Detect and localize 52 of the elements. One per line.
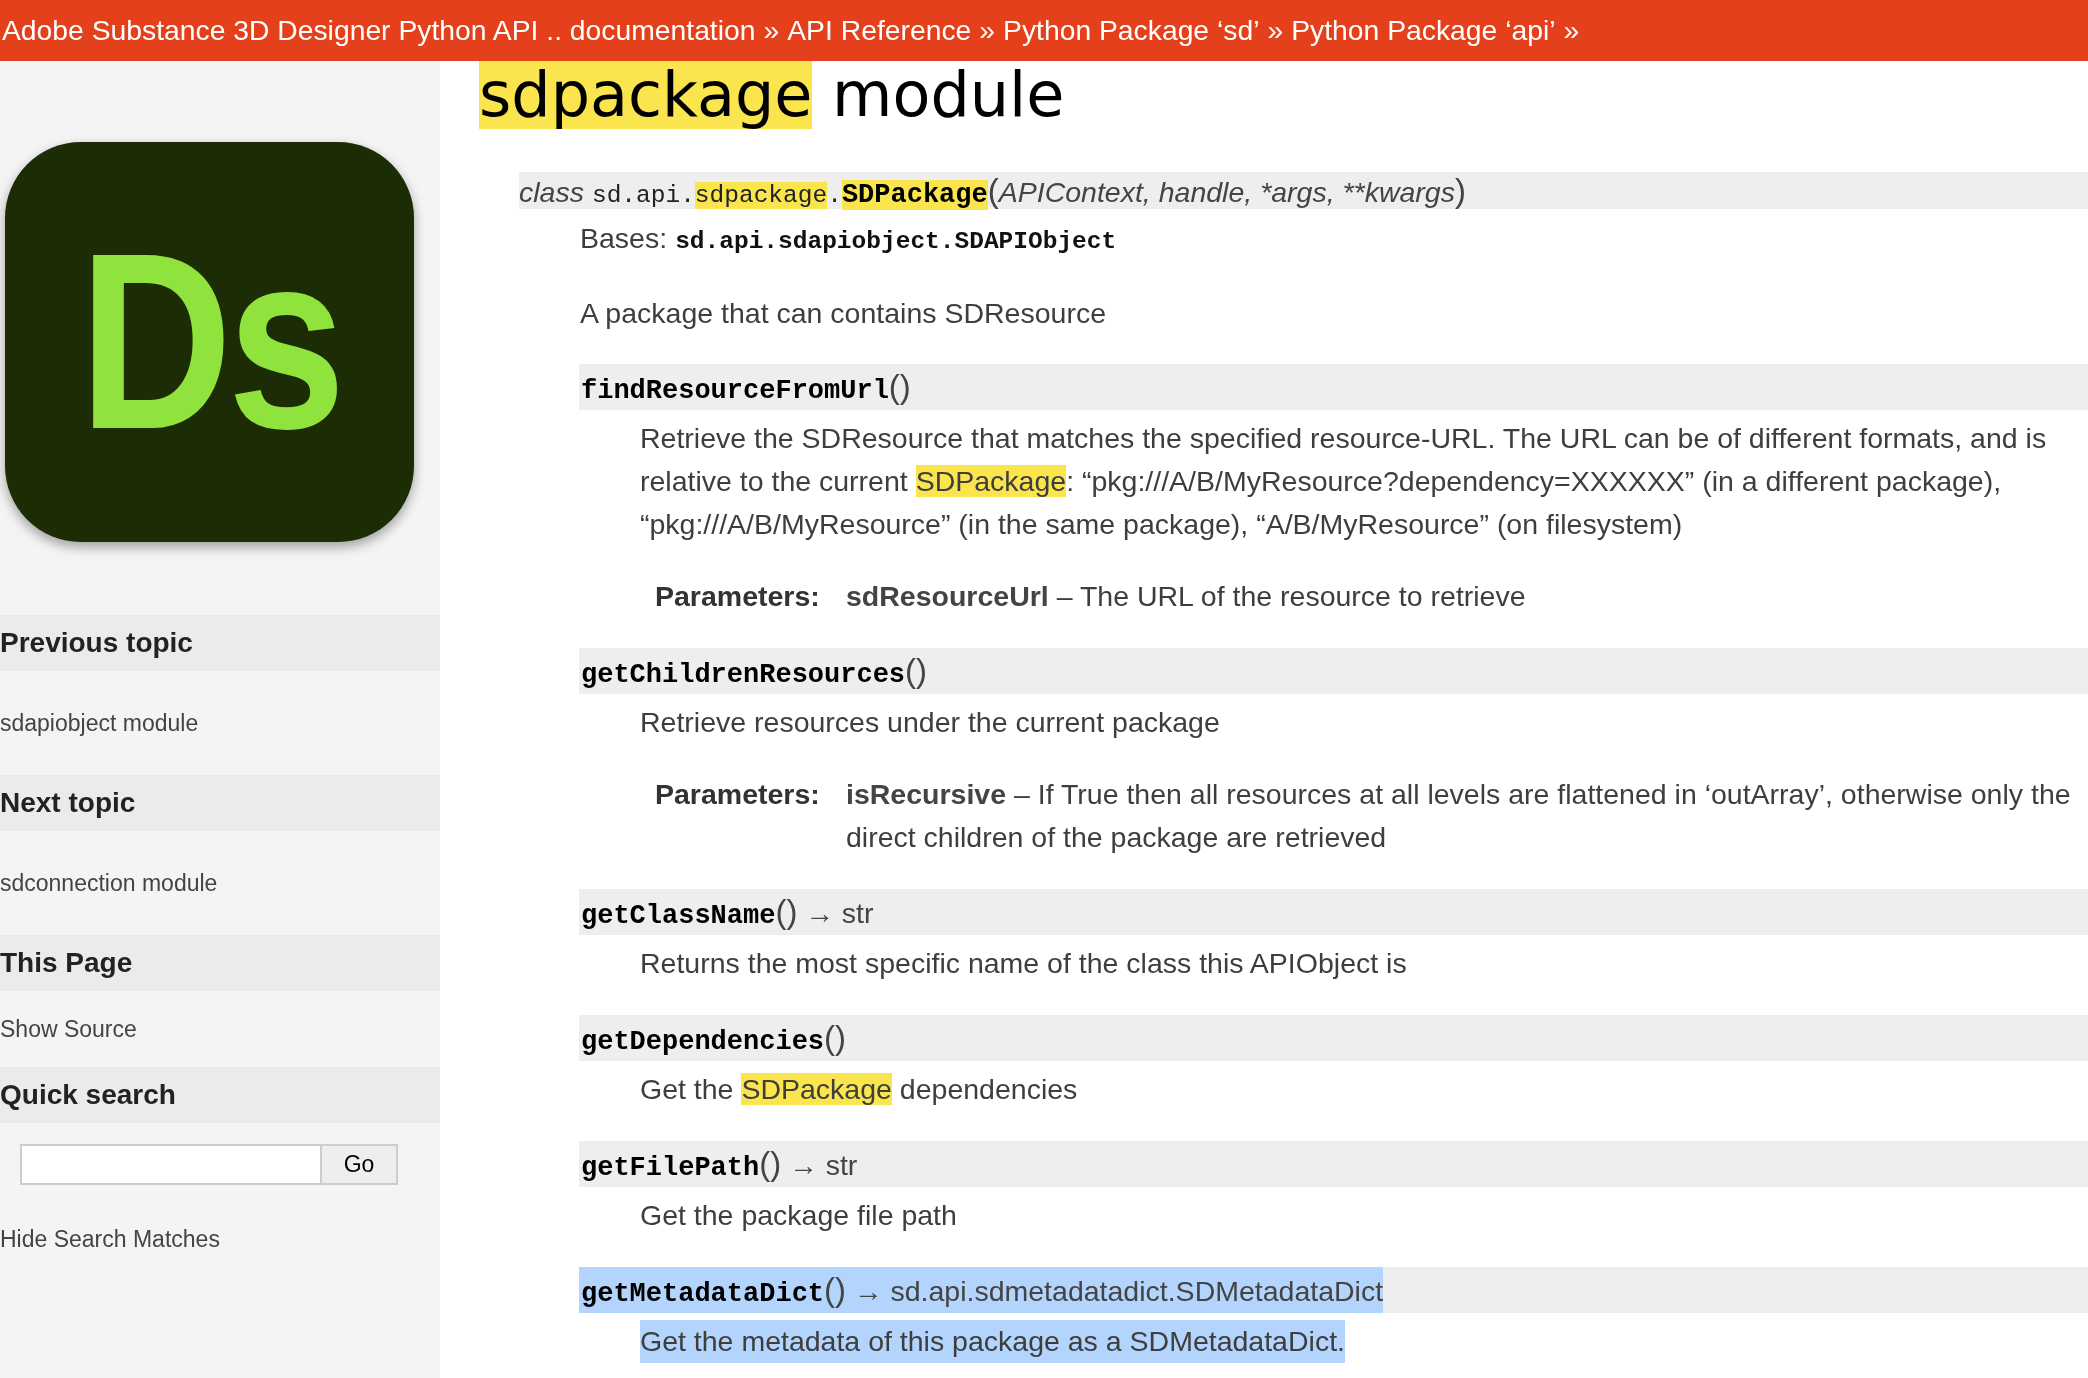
app-logo: Ds	[5, 142, 414, 542]
bases-label: Bases:	[580, 222, 668, 254]
method-name: getClassName	[581, 901, 776, 931]
method-description: Returns the most specific name of the class this APIObject is	[640, 946, 1407, 981]
breadcrumb-separator: »	[979, 13, 996, 49]
parameter-description: sdResourceUrl – The URL of the resource to retrieve	[846, 579, 1527, 614]
method-name: getDependencies	[581, 1027, 825, 1057]
method-parens: ()	[824, 1271, 847, 1308]
sidebar-link[interactable]: sdconnection module	[0, 868, 218, 898]
breadcrumb-separator: »	[763, 13, 780, 49]
method-parens: ()	[888, 368, 911, 405]
method-parens: ()	[905, 652, 928, 689]
sidebar-link[interactable]: Hide Search Matches	[0, 1224, 220, 1254]
section-heading: Previous topic	[0, 626, 193, 660]
parameter-description: isRecursive – If True then all resources at all levels are flattened in ‘outArray’, otherwise only the direct children of the package are retrieved	[846, 777, 2072, 855]
class-name: SDPackage	[841, 180, 988, 210]
method-description: Get the metadata of this package as a SDMetadataDict.	[640, 1320, 1345, 1363]
section-heading: Next topic	[0, 786, 136, 820]
parameters-label: Parameters:	[655, 579, 821, 614]
section-heading: This Page	[0, 946, 133, 980]
open-paren: (	[987, 172, 999, 209]
method-parens: ()	[824, 1019, 847, 1056]
method-description: Get the package file path	[640, 1198, 957, 1233]
search-field[interactable]	[20, 1144, 322, 1185]
base-class: sd.api.sdapiobject.SDAPIObject	[675, 228, 1117, 255]
breadcrumb-link[interactable]: Python Package ‘api’	[1291, 9, 1556, 52]
class-keyword: class	[519, 176, 584, 208]
method-description: Retrieve resources under the current package	[640, 705, 1220, 740]
breadcrumb-separator: »	[1563, 13, 1580, 49]
method-name: findResourceFromUrl	[581, 376, 889, 406]
breadcrumb-link[interactable]: API Reference	[787, 9, 972, 52]
go-button[interactable]: Go	[322, 1144, 398, 1185]
method-name: getFilePath	[581, 1153, 760, 1183]
return-type: → str	[789, 1149, 858, 1181]
sidebar-link[interactable]: Show Source	[0, 1014, 137, 1044]
method-name: getMetadataDict	[581, 1279, 825, 1309]
class-description: A package that can contains SDResource	[580, 296, 1106, 331]
method-parens: ()	[775, 893, 798, 930]
method-description: Get the SDPackage dependencies	[640, 1072, 1078, 1107]
sidebar-link[interactable]: sdapiobject module	[0, 708, 199, 738]
method-parens: ()	[759, 1145, 782, 1182]
breadcrumb-separator: »	[1267, 13, 1284, 49]
breadcrumb-link[interactable]: Python Package ‘sd’	[1003, 9, 1260, 52]
method-description: Retrieve the SDResource that matches the specified resource-URL. The URL can be of different formats, and is relative to the current SDPackage: “pkg:///A/B/MyResource?dependency=XXXXXX” (in a different package), “pkg:///A/B/MyResource” (in the same package), “A/B/MyResource” (on filesystem)	[640, 421, 2048, 542]
class-parameters: APIContext, handle, *args, **kwargs	[998, 176, 1455, 208]
return-type: → str	[805, 897, 874, 929]
return-type: → sd.api.sdmetadatadict.SDMetadataDict	[854, 1275, 1384, 1307]
section-heading: Quick search	[0, 1078, 176, 1112]
method-name: getChildrenResources	[581, 660, 906, 690]
breadcrumb-link[interactable]: Adobe Substance 3D Designer Python API .. documentation	[2, 9, 756, 52]
close-paren: )	[1454, 172, 1466, 209]
parameters-label: Parameters:	[655, 777, 821, 812]
